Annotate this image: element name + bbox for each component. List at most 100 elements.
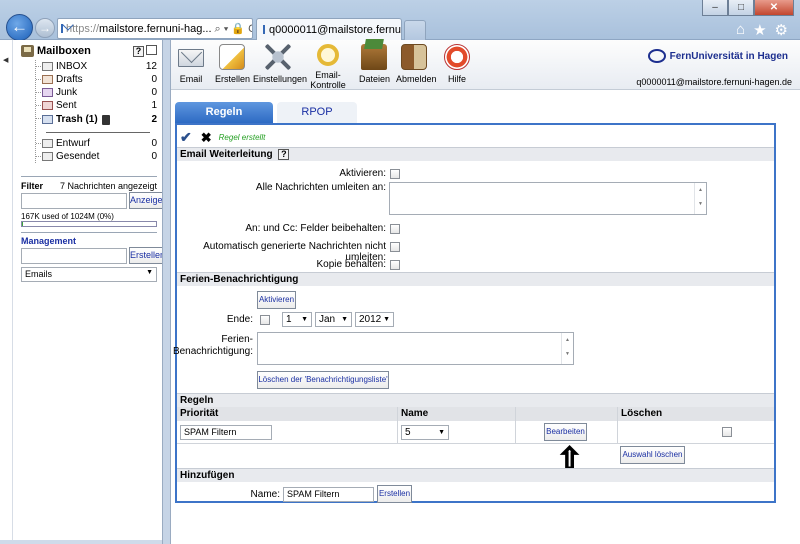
folder-entwurf[interactable]: Entwurf 0 [36,137,157,150]
forwarding-no-auto-checkbox[interactable] [390,242,400,252]
folder-count: 0 [151,74,157,85]
table-row: SPAM Filtern 5 ▼ Bearbeiten [177,421,774,444]
local-folder-icon [42,152,53,161]
folder-junk[interactable]: Junk 0 [36,86,157,99]
delete-selected-button[interactable]: Auswahl löschen [620,446,685,464]
add-create-button[interactable]: Erstellen [377,485,412,503]
browser-tab[interactable]: q0000011@mailstore.fernu... × [256,18,402,40]
forwarding-redirect-textarea[interactable]: ▲ ▼ [389,182,707,215]
home-icon[interactable]: ⌂ [736,21,745,39]
folder-tree: INBOX 12 Drafts 0 Junk 0 Sent 1 Trash (1… [35,60,157,163]
folder-gesendet[interactable]: Gesendet 0 [36,150,157,163]
folder-name: Trash (1) [56,114,98,125]
new-tab-button[interactable] [404,20,426,40]
folder-sent[interactable]: Sent 1 [36,99,157,112]
col-edit [516,407,618,421]
textarea-scrollbar[interactable]: ▲ ▼ [561,333,573,364]
browser-actions: ⌂ ★ ⚙ [736,21,788,39]
brand: FernUniversität in Hagen [647,49,788,63]
add-header: Hinzufügen [177,468,774,482]
management-label: Management [21,236,77,246]
rule-priority-cell: 5 ▼ [398,421,516,443]
toolbar-email[interactable]: Email [176,44,206,84]
maximize-button[interactable]: □ [728,0,754,16]
rule-delete-checkbox[interactable] [722,427,732,437]
folder-trash[interactable]: Trash (1) 2 [36,112,157,127]
add-name-input[interactable]: SPAM Filtern [283,487,374,502]
vacation-day-value: 1 [286,314,292,325]
site-mail-icon [61,24,63,33]
vacation-message-textarea[interactable]: ▲ ▼ [257,332,574,365]
chevron-down-icon: ▼ [438,429,445,436]
help-icon[interactable]: ? [133,46,144,57]
rules-table-header: Priorität Name Löschen [177,407,774,421]
vacation-day-select[interactable]: 1 ▼ [282,312,312,327]
rule-delete-cell [618,421,774,443]
vacation-year-select[interactable]: 2012 ▼ [355,312,394,327]
toolbar-email-control[interactable]: Email-Kontrolle [302,44,354,90]
toolbar-help[interactable]: Hilfe [443,44,471,84]
checkmark-icon[interactable]: ✔ [180,129,192,146]
vacation-month-select[interactable]: Jan ▼ [315,312,352,327]
minimize-button[interactable]: – [702,0,728,16]
address-controls[interactable]: ⌕ ▾ 🔒 C ✕ [215,22,252,36]
folder-name: INBOX [56,61,88,72]
col-name: Name [398,407,516,421]
vacation-clear-list-button[interactable]: Löschen der 'Benachrichtigungsliste' [257,371,389,389]
rule-name-input[interactable]: SPAM Filtern [180,425,272,440]
rules-title: Regeln [180,395,214,406]
folder-count: 0 [151,87,157,98]
management-input[interactable] [21,248,127,264]
vacation-end-checkbox[interactable] [260,315,270,325]
folder-drafts[interactable]: Drafts 0 [36,73,157,86]
browser-chrome: – □ ✕ ← → https:// mailstore.fernuni-hag… [0,0,800,41]
tools-gear-icon[interactable]: ⚙ [775,21,788,39]
toolbar-files[interactable]: Dateien [359,44,390,84]
chevron-down-icon: ▼ [301,316,308,323]
folder-count: 12 [145,61,157,72]
compose-icon [219,44,245,70]
folder-name: Junk [56,87,78,98]
rule-edit-button[interactable]: Bearbeiten [544,423,587,441]
forwarding-keep-tocc-label: An: und Cc: Felder beibehalten: [245,223,386,234]
forwarding-keep-copy-label: Kopie behalten: [316,259,386,270]
collapse-arrow-icon[interactable]: ◀ [3,56,8,64]
emails-select-value: Emails [25,269,53,279]
favorites-star-icon[interactable]: ★ [753,21,766,39]
divider [21,232,157,233]
cancel-icon[interactable]: ✖ [201,130,212,146]
toolbar-compose[interactable]: Erstellen [215,44,250,84]
mailboxes-header: Mailboxen ? [21,45,157,57]
drafts-icon [42,75,53,84]
new-folder-icon[interactable] [146,45,157,55]
forwarding-header: Email Weiterleitung ? [177,147,774,161]
tab-rpop[interactable]: RPOP [277,102,357,123]
emails-select[interactable]: Emails ▼ [21,267,157,282]
back-button[interactable]: ← [6,14,33,41]
forwarding-keep-tocc-checkbox[interactable] [390,224,400,234]
textarea-scrollbar[interactable]: ▲ ▼ [694,183,706,214]
mailbox-help: ? [133,45,157,57]
empty-trash-icon[interactable] [101,114,110,125]
folder-name: Drafts [56,74,83,85]
toolbar-settings[interactable]: Einstellungen [253,44,307,84]
folder-name: Gesendet [56,151,100,162]
forwarding-keep-copy-checkbox[interactable] [390,260,400,270]
splitter[interactable] [162,40,171,544]
forwarding-activate-checkbox[interactable] [390,169,400,179]
tab-regeln[interactable]: Regeln [175,102,273,123]
folder-separator [46,132,150,133]
filter-input[interactable] [21,193,127,209]
vacation-activate-button[interactable]: Aktivieren [257,291,296,309]
toolbar-label: Email-Kontrolle [310,70,346,90]
forwarding-activate-label: Aktivieren: [339,168,386,179]
forward-button[interactable]: → [35,18,55,38]
toolbar-logout[interactable]: Abmelden [396,44,437,84]
management-create-button[interactable]: Erstellen [129,247,165,264]
filter-show-button[interactable]: Anzeigen [129,192,168,209]
help-icon[interactable]: ? [278,149,290,160]
rule-priority-select[interactable]: 5 ▼ [401,425,449,440]
folder-inbox[interactable]: INBOX 12 [36,60,157,73]
address-bar[interactable]: https:// mailstore.fernuni-hag... ⌕ ▾ 🔒 … [57,18,253,39]
close-button[interactable]: ✕ [754,0,794,16]
